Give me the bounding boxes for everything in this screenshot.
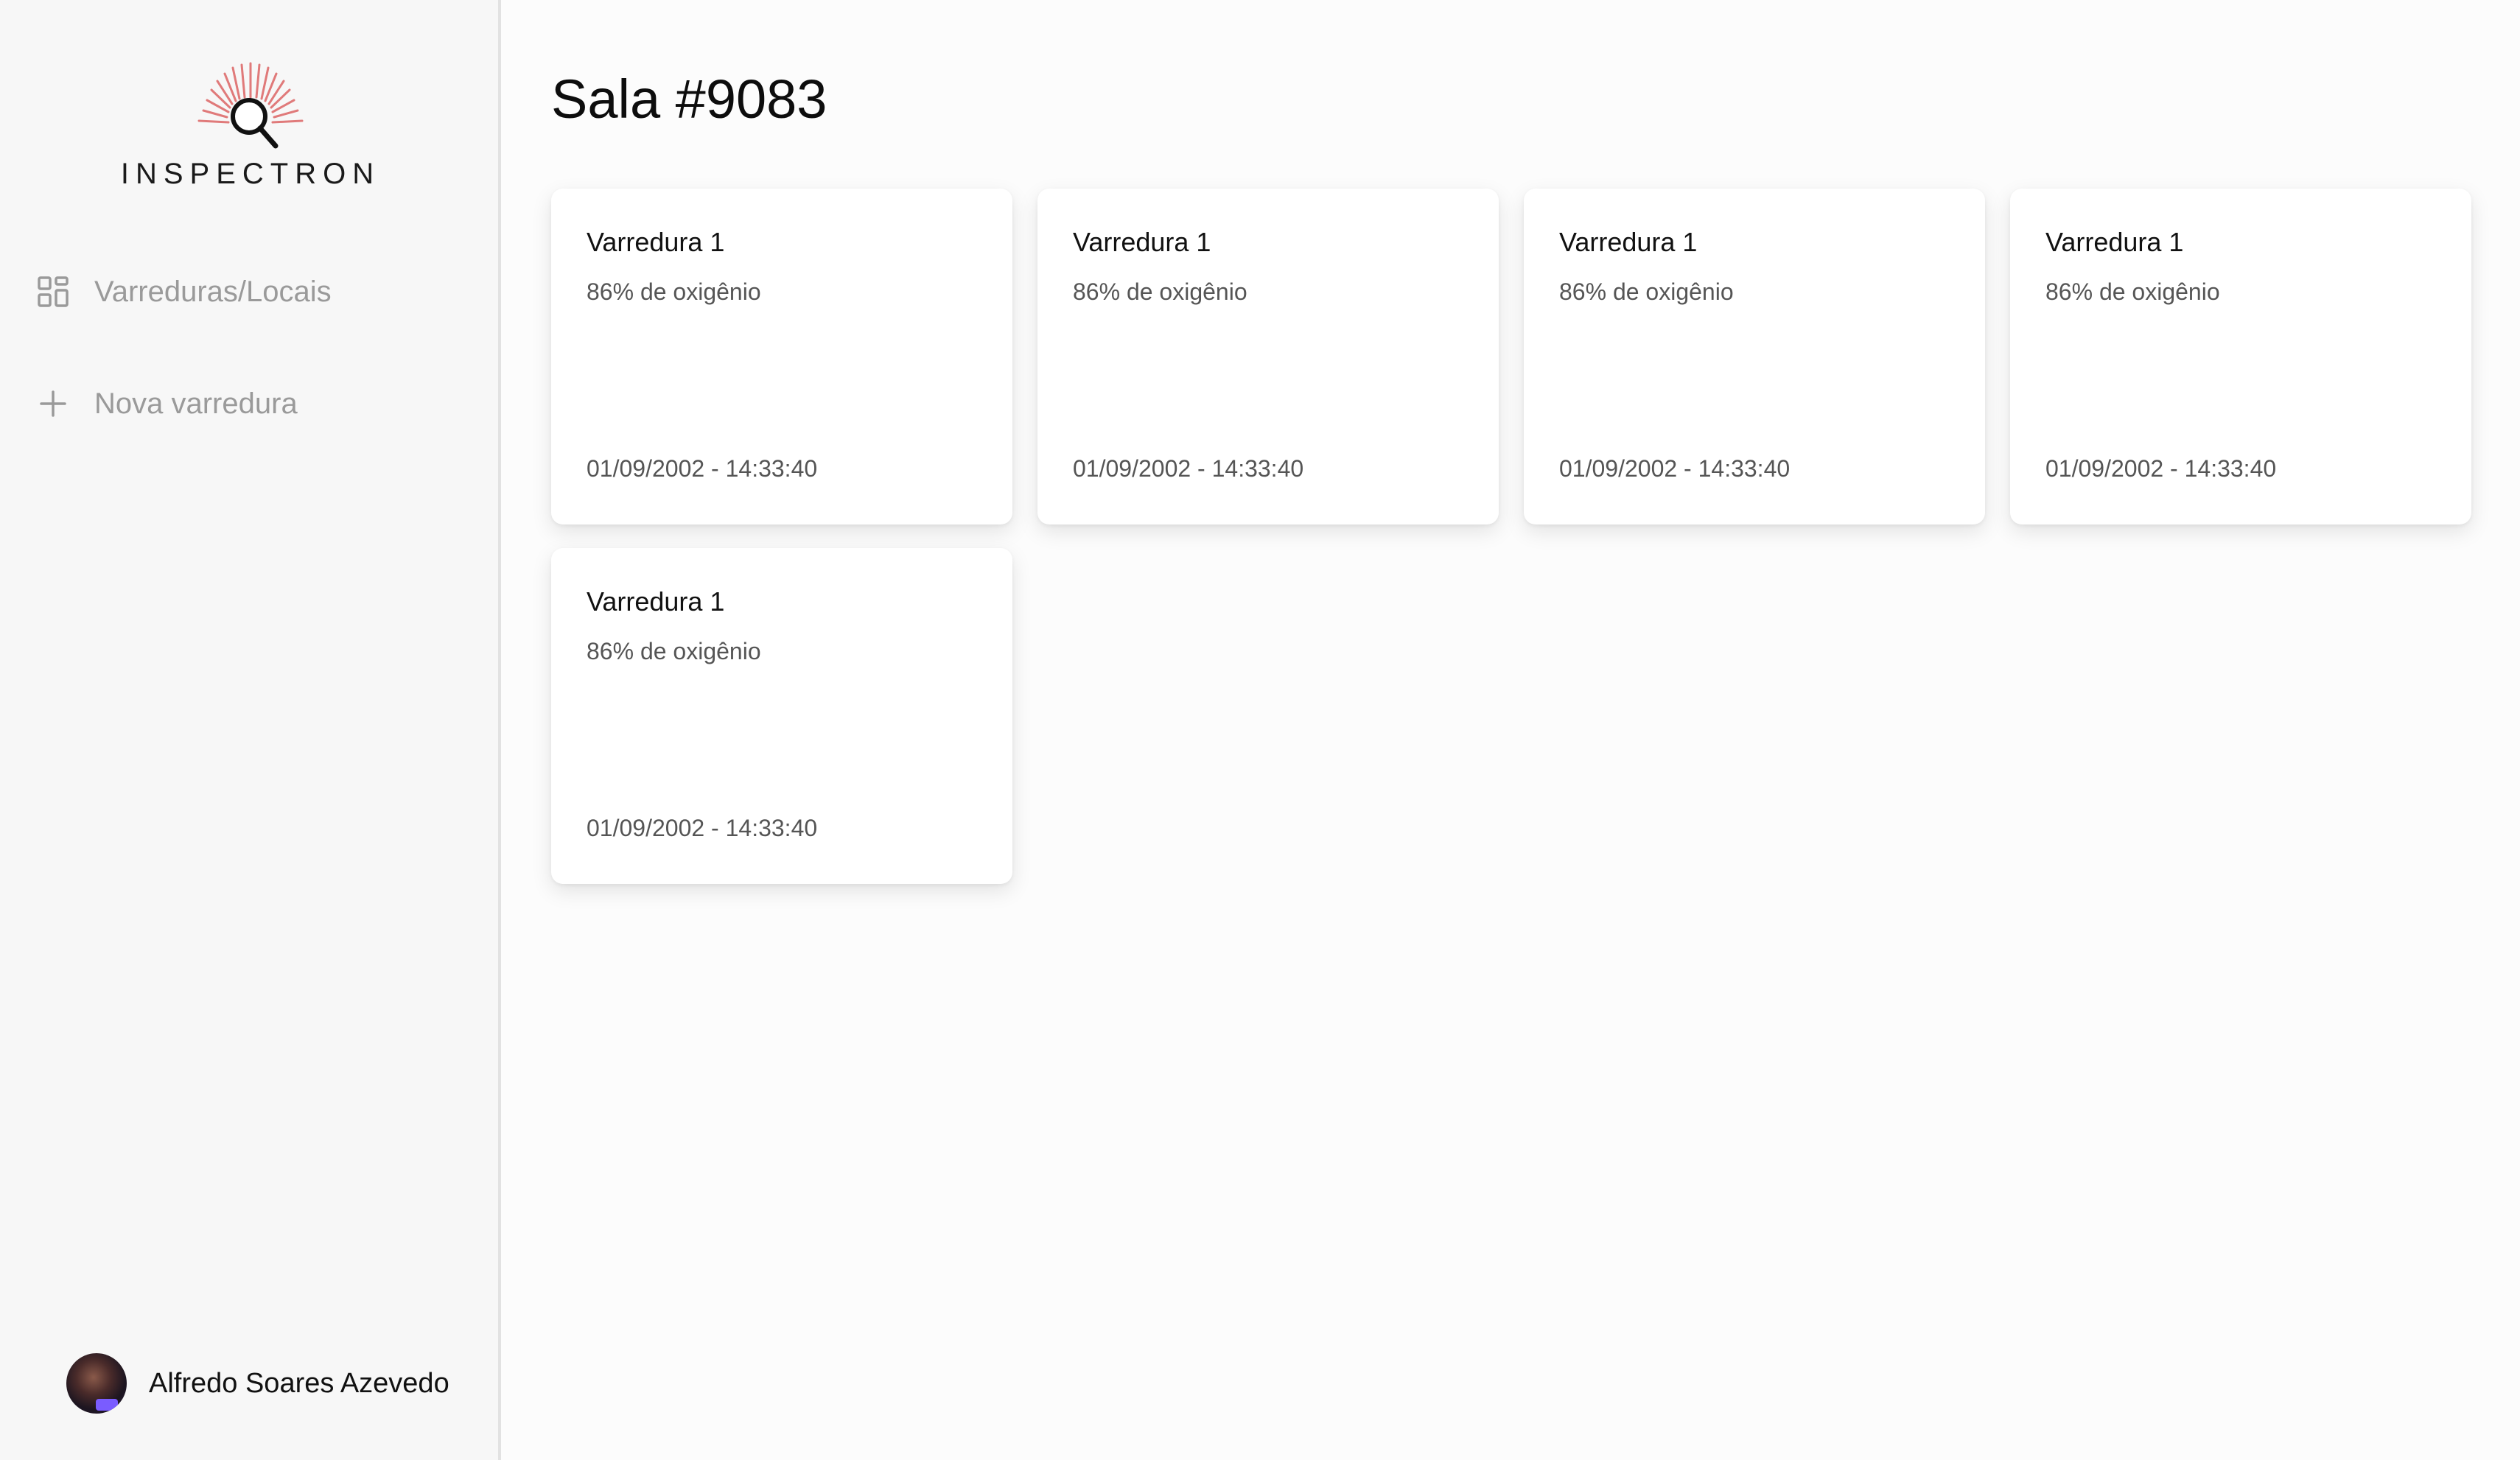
logo[interactable]: INSPECTRON bbox=[111, 56, 391, 196]
sidebar: INSPECTRON Varreduras/Locais Nova varred… bbox=[0, 0, 501, 1460]
sidebar-item-nova-varredura[interactable]: Nova varredura bbox=[35, 382, 298, 426]
card-oxygen-level: 86% de oxigênio bbox=[587, 278, 761, 305]
sidebar-item-varreduras[interactable]: Varreduras/Locais bbox=[35, 270, 332, 314]
page-title: Sala #9083 bbox=[551, 69, 827, 130]
user-name: Alfredo Soares Azevedo bbox=[149, 1367, 449, 1399]
scan-card[interactable]: Varredura 1 86% de oxigênio 01/09/2002 -… bbox=[2010, 189, 2471, 524]
sidebar-item-label: Varreduras/Locais bbox=[94, 275, 332, 308]
user-profile[interactable]: Alfredo Soares Azevedo bbox=[66, 1352, 449, 1414]
card-timestamp: 01/09/2002 - 14:33:40 bbox=[587, 455, 818, 482]
card-oxygen-level: 86% de oxigênio bbox=[1073, 278, 1247, 305]
card-oxygen-level: 86% de oxigênio bbox=[1559, 278, 1734, 305]
scan-card[interactable]: Varredura 1 86% de oxigênio 01/09/2002 -… bbox=[1524, 189, 1985, 524]
card-oxygen-level: 86% de oxigênio bbox=[587, 638, 761, 664]
card-timestamp: 01/09/2002 - 14:33:40 bbox=[1073, 455, 1304, 482]
plus-icon bbox=[35, 386, 71, 421]
avatar-badge bbox=[96, 1399, 118, 1411]
card-title: Varredura 1 bbox=[587, 227, 725, 257]
logo-text: INSPECTRON bbox=[120, 158, 381, 190]
card-timestamp: 01/09/2002 - 14:33:40 bbox=[587, 815, 818, 841]
sidebar-item-label: Nova varredura bbox=[94, 387, 298, 420]
logo-mark-icon bbox=[197, 62, 304, 149]
scan-card[interactable]: Varredura 1 86% de oxigênio 01/09/2002 -… bbox=[551, 548, 1012, 884]
card-title: Varredura 1 bbox=[1559, 227, 1698, 257]
card-title: Varredura 1 bbox=[587, 586, 725, 617]
grid-icon bbox=[35, 274, 71, 309]
scan-card[interactable]: Varredura 1 86% de oxigênio 01/09/2002 -… bbox=[1037, 189, 1499, 524]
card-title: Varredura 1 bbox=[2045, 227, 2184, 257]
card-title: Varredura 1 bbox=[1073, 227, 1211, 257]
card-timestamp: 01/09/2002 - 14:33:40 bbox=[1559, 455, 1791, 482]
main-content: Sala #9083 Varredura 1 86% de oxigênio 0… bbox=[504, 0, 2520, 1460]
card-oxygen-level: 86% de oxigênio bbox=[2045, 278, 2220, 305]
scan-card[interactable]: Varredura 1 86% de oxigênio 01/09/2002 -… bbox=[551, 189, 1012, 524]
avatar[interactable] bbox=[66, 1353, 127, 1414]
card-timestamp: 01/09/2002 - 14:33:40 bbox=[2045, 455, 2277, 482]
